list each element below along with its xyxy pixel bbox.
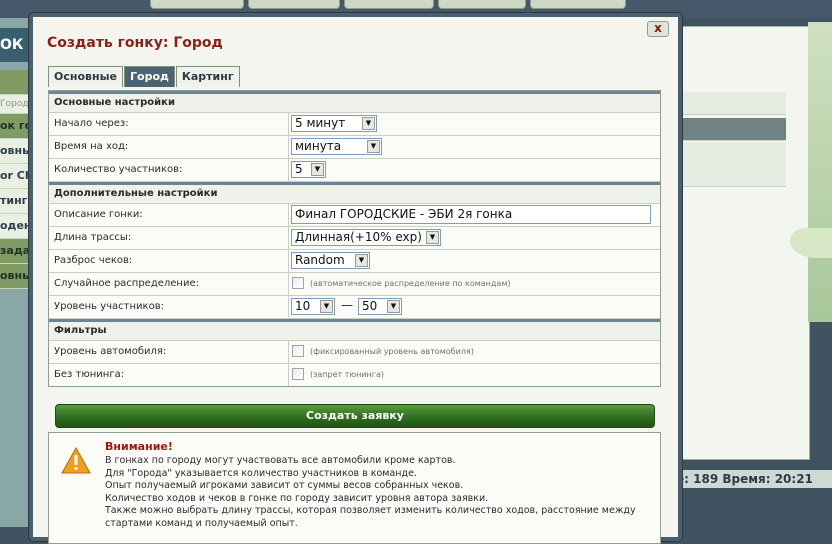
description-label: Описание гонки: (49, 204, 289, 226)
participants-label: Количество участников: (49, 159, 289, 181)
background-left-list: Город 25ок городовныеor Chтингодензадать… (0, 70, 30, 289)
chevron-down-icon: ▼ (426, 231, 439, 244)
dialog-title: Создать гонку: Город (47, 35, 223, 51)
track-length-row: Длина трассы: Длинная(+10% exp) ▼ (49, 227, 660, 250)
turn-time-value: минута (295, 139, 342, 153)
car-level-row: Уровень автомобиля: (фиксированный урове… (49, 341, 660, 364)
turn-time-select[interactable]: минута ▼ (291, 138, 382, 155)
chevron-down-icon: ▼ (320, 300, 333, 313)
background-left-item: овные (0, 264, 30, 289)
no-tuning-checkbox[interactable] (292, 368, 304, 380)
notice-line: В гонках по городу могут участвовать все… (105, 455, 456, 466)
background-tab (438, 0, 526, 9)
background-right-row (680, 142, 786, 165)
background-left-item: задать (0, 239, 30, 264)
start-in-select[interactable]: 5 минут ▼ (291, 115, 377, 132)
warning-icon (61, 447, 91, 474)
section-basic-settings: Основные настройки (49, 91, 660, 113)
notice-line: Также можно выбрать длину трассы, котора… (105, 505, 636, 516)
car-level-hint: (фиксированный уровень автомобиля) (310, 347, 474, 356)
background-right-row (680, 118, 786, 141)
start-in-row: Начало через: 5 минут ▼ (49, 113, 660, 136)
chevron-down-icon: ▼ (367, 140, 380, 153)
description-input[interactable]: Финал ГОРОДСКИЕ - ЭБИ 2я гонка (291, 205, 651, 224)
random-distribution-row: Случайное распределение: (автоматическое… (49, 273, 660, 296)
section-extra-settings: Дополнительные настройки (49, 182, 660, 204)
checks-spread-select[interactable]: Random ▼ (291, 252, 370, 269)
race-type-tabs: Основные Город Картинг (48, 66, 241, 87)
track-length-select[interactable]: Длинная(+10% exp) ▼ (291, 229, 441, 246)
notice-title: Внимание! (105, 440, 173, 453)
level-range-separator: — (341, 298, 353, 312)
background-left-item: тинг (0, 189, 30, 214)
track-length-label: Длина трассы: (49, 227, 289, 249)
no-tuning-label: Без тюнинга: (49, 364, 289, 386)
level-row: Уровень участников: 10 ▼ — 50 ▼ (49, 296, 660, 319)
background-tab (530, 0, 626, 9)
close-button[interactable]: x (647, 21, 669, 37)
background-tab (150, 0, 244, 9)
car-level-checkbox[interactable] (292, 345, 304, 357)
tab-karting[interactable]: Картинг (175, 66, 240, 87)
background-left-item: овные (0, 139, 30, 164)
create-race-dialog: x Создать гонку: Город Основные Город Ка… (29, 13, 682, 544)
turn-time-row: Время на ход: минута ▼ (49, 136, 660, 159)
notice-line: Количество ходов и чеков в гонке по горо… (105, 492, 489, 504)
background-left-item: оден (0, 214, 30, 239)
background-right-row (680, 164, 786, 187)
background-tab (248, 0, 340, 9)
level-min-select[interactable]: 10 ▼ (291, 298, 335, 315)
description-row: Описание гонки: Финал ГОРОДСКИЕ - ЭБИ 2я… (49, 204, 660, 227)
notice-line: Опыт получаемый игроками зависит от сумм… (105, 480, 464, 491)
random-distribution-checkbox[interactable] (292, 277, 304, 289)
background-decoration (808, 22, 832, 322)
background-left-item: ок город (0, 114, 30, 139)
chevron-down-icon: ▼ (355, 254, 368, 267)
notice-line: стартами команд и получаемый опыт. (105, 517, 298, 529)
participants-value: 5 (295, 162, 303, 176)
checks-spread-label: Разброс чеков: (49, 250, 289, 272)
turn-time-label: Время на ход: (49, 136, 289, 158)
background-left-header: ОК (0, 28, 30, 62)
level-max-select[interactable]: 50 ▼ (358, 298, 402, 315)
background-left-item (0, 70, 30, 95)
start-in-label: Начало через: (49, 113, 289, 135)
background-left-item: Город 25 (0, 95, 30, 114)
chevron-down-icon: ▼ (311, 163, 324, 176)
level-label: Уровень участников: (49, 296, 289, 318)
random-distribution-label: Случайное распределение: (49, 273, 289, 295)
race-settings-form: Основные настройки Начало через: 5 минут… (48, 90, 661, 387)
level-max-value: 50 (362, 299, 378, 313)
participants-select[interactable]: 5 ▼ (291, 161, 326, 178)
chevron-down-icon: ▼ (362, 117, 375, 130)
checks-spread-row: Разброс чеков: Random ▼ (49, 250, 660, 273)
tab-city[interactable]: Город (124, 66, 175, 87)
participants-row: Количество участников: 5 ▼ (49, 159, 660, 182)
chevron-down-icon: ▼ (387, 300, 400, 313)
background-tab (344, 0, 434, 9)
random-distribution-hint: (автоматическое распределение по команда… (310, 279, 511, 288)
notice-text: В гонках по городу могут участвовать все… (105, 455, 655, 530)
create-request-button[interactable]: Создать заявку (55, 404, 655, 428)
background-left-item: or Ch (0, 164, 30, 189)
section-filters: Фильтры (49, 319, 660, 341)
no-tuning-hint: (запрет тюнинга) (310, 370, 384, 379)
tab-basic[interactable]: Основные (48, 66, 123, 87)
car-level-label: Уровень автомобиля: (49, 341, 289, 363)
warning-notice: Внимание! В гонках по городу могут участ… (48, 432, 661, 544)
background-right-row (680, 92, 786, 115)
no-tuning-row: Без тюнинга: (запрет тюнинга) (49, 364, 660, 386)
notice-line: Для "Города" указывается количество учас… (105, 467, 417, 479)
level-min-value: 10 (295, 299, 311, 313)
background-status-bar: е: 189 Время: 20:21 (676, 470, 832, 488)
track-length-value: Длинная(+10% exp) (295, 230, 422, 244)
start-in-value: 5 минут (295, 116, 346, 130)
checks-spread-value: Random (295, 253, 345, 267)
